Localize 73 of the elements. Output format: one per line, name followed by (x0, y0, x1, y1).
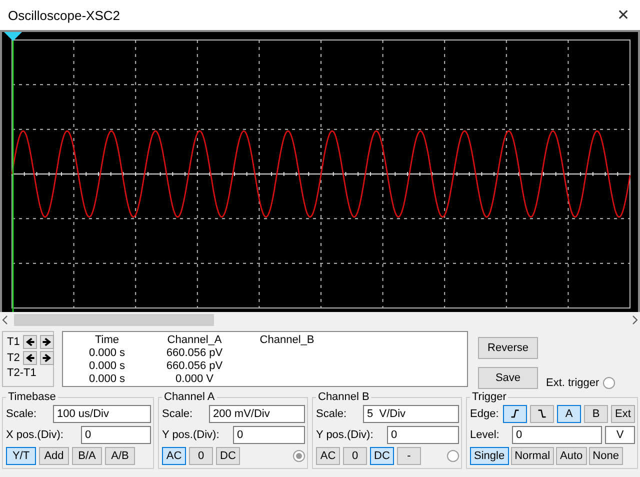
reverse-button[interactable]: Reverse (478, 337, 538, 359)
coupling-button[interactable]: DC (370, 447, 394, 465)
cursor-label: T2-T1 (7, 367, 38, 379)
mode-button[interactable]: B/A (72, 447, 102, 465)
right-arrow-icon (40, 352, 53, 364)
close-button[interactable]: ✕ (617, 6, 630, 24)
coupling-button[interactable]: 0 (189, 447, 213, 465)
table-cell-text: 0.000 s (88, 373, 126, 386)
move-right-button[interactable] (40, 335, 54, 349)
position-field[interactable]: 0 (81, 426, 151, 444)
falling-edge-icon (536, 408, 548, 420)
rising-edge-button[interactable] (503, 405, 527, 423)
table-cell-text: 0.000 s (88, 360, 126, 373)
table-cell-text: 0.000 V (174, 373, 214, 386)
trigger-mode-button[interactable]: None (588, 447, 623, 465)
edge-label: Edge: (470, 408, 499, 420)
move-right-button[interactable] (40, 351, 54, 365)
position-label: X pos.(Div): (6, 429, 64, 441)
horizontal-scrollbar[interactable] (0, 313, 640, 327)
cursor-label: T1 (7, 336, 20, 348)
position-label: Y pos.(Div): (162, 429, 220, 441)
coupling-button[interactable]: DC (216, 447, 240, 465)
trigger-mode-button[interactable]: Normal (510, 447, 554, 465)
source-button[interactable]: A (557, 405, 581, 423)
rising-edge-icon (509, 408, 521, 420)
trigger-mode-button[interactable]: Single (470, 447, 509, 465)
scroll-thumb[interactable] (14, 314, 214, 326)
column-header: Channel_B (258, 334, 316, 347)
scale-label: Scale: (316, 408, 347, 420)
scale-field[interactable]: 200 mV/Div (209, 405, 305, 423)
scale-field[interactable]: 100 us/Div (53, 405, 151, 423)
position-label: Y pos.(Div): (316, 429, 374, 441)
ext-trigger-label: Ext. trigger (546, 377, 600, 389)
move-left-button[interactable] (22, 351, 37, 365)
source-button[interactable]: Ext (611, 405, 635, 423)
channel-radio[interactable] (293, 450, 305, 462)
mode-button[interactable]: Add (39, 447, 69, 465)
mode-button[interactable]: Y/T (6, 447, 36, 465)
group-title: Timebase (7, 391, 57, 403)
channel-radio[interactable] (447, 450, 459, 462)
cursor-marker-icon[interactable] (4, 32, 22, 41)
coupling-button[interactable]: - (397, 447, 421, 465)
left-arrow-icon (24, 336, 36, 348)
scale-label: Scale: (6, 408, 37, 420)
coupling-button[interactable]: 0 (343, 447, 367, 465)
group-title: Channel B (317, 391, 370, 403)
left-arrow-icon (24, 352, 36, 364)
coupling-button[interactable]: AC (316, 447, 340, 465)
scale-label: Scale: (162, 408, 193, 420)
save-button[interactable]: Save (478, 367, 538, 389)
mode-button[interactable]: A/B (105, 447, 135, 465)
scale-field[interactable]: 5 V/Div (363, 405, 459, 423)
column-header: Channel_A (166, 334, 223, 347)
unit-field[interactable]: V (605, 426, 635, 444)
position-field[interactable]: 0 (233, 426, 305, 444)
level-label: Level: (470, 429, 500, 441)
source-button[interactable]: B (584, 405, 608, 423)
level-field[interactable]: 0 (512, 426, 602, 444)
column-header: Time (94, 334, 120, 347)
table-cell-text: 660.056 pV (165, 347, 224, 360)
right-arrow-icon (40, 336, 53, 348)
move-left-button[interactable] (22, 335, 37, 349)
group-title: Trigger (471, 391, 508, 403)
position-field[interactable]: 0 (387, 426, 459, 444)
table-cell-text: 660.056 pV (165, 360, 224, 373)
window-title: Oscilloscope-XSC2 (8, 8, 120, 22)
table-cell-text: 0.000 s (88, 347, 126, 360)
cursor-label: T2 (7, 352, 20, 364)
ext-trigger-radio[interactable] (603, 377, 616, 389)
trigger-mode-button[interactable]: Auto (556, 447, 587, 465)
coupling-button[interactable]: AC (162, 447, 186, 465)
falling-edge-button[interactable] (530, 405, 554, 423)
group-title: Channel A (163, 391, 216, 403)
